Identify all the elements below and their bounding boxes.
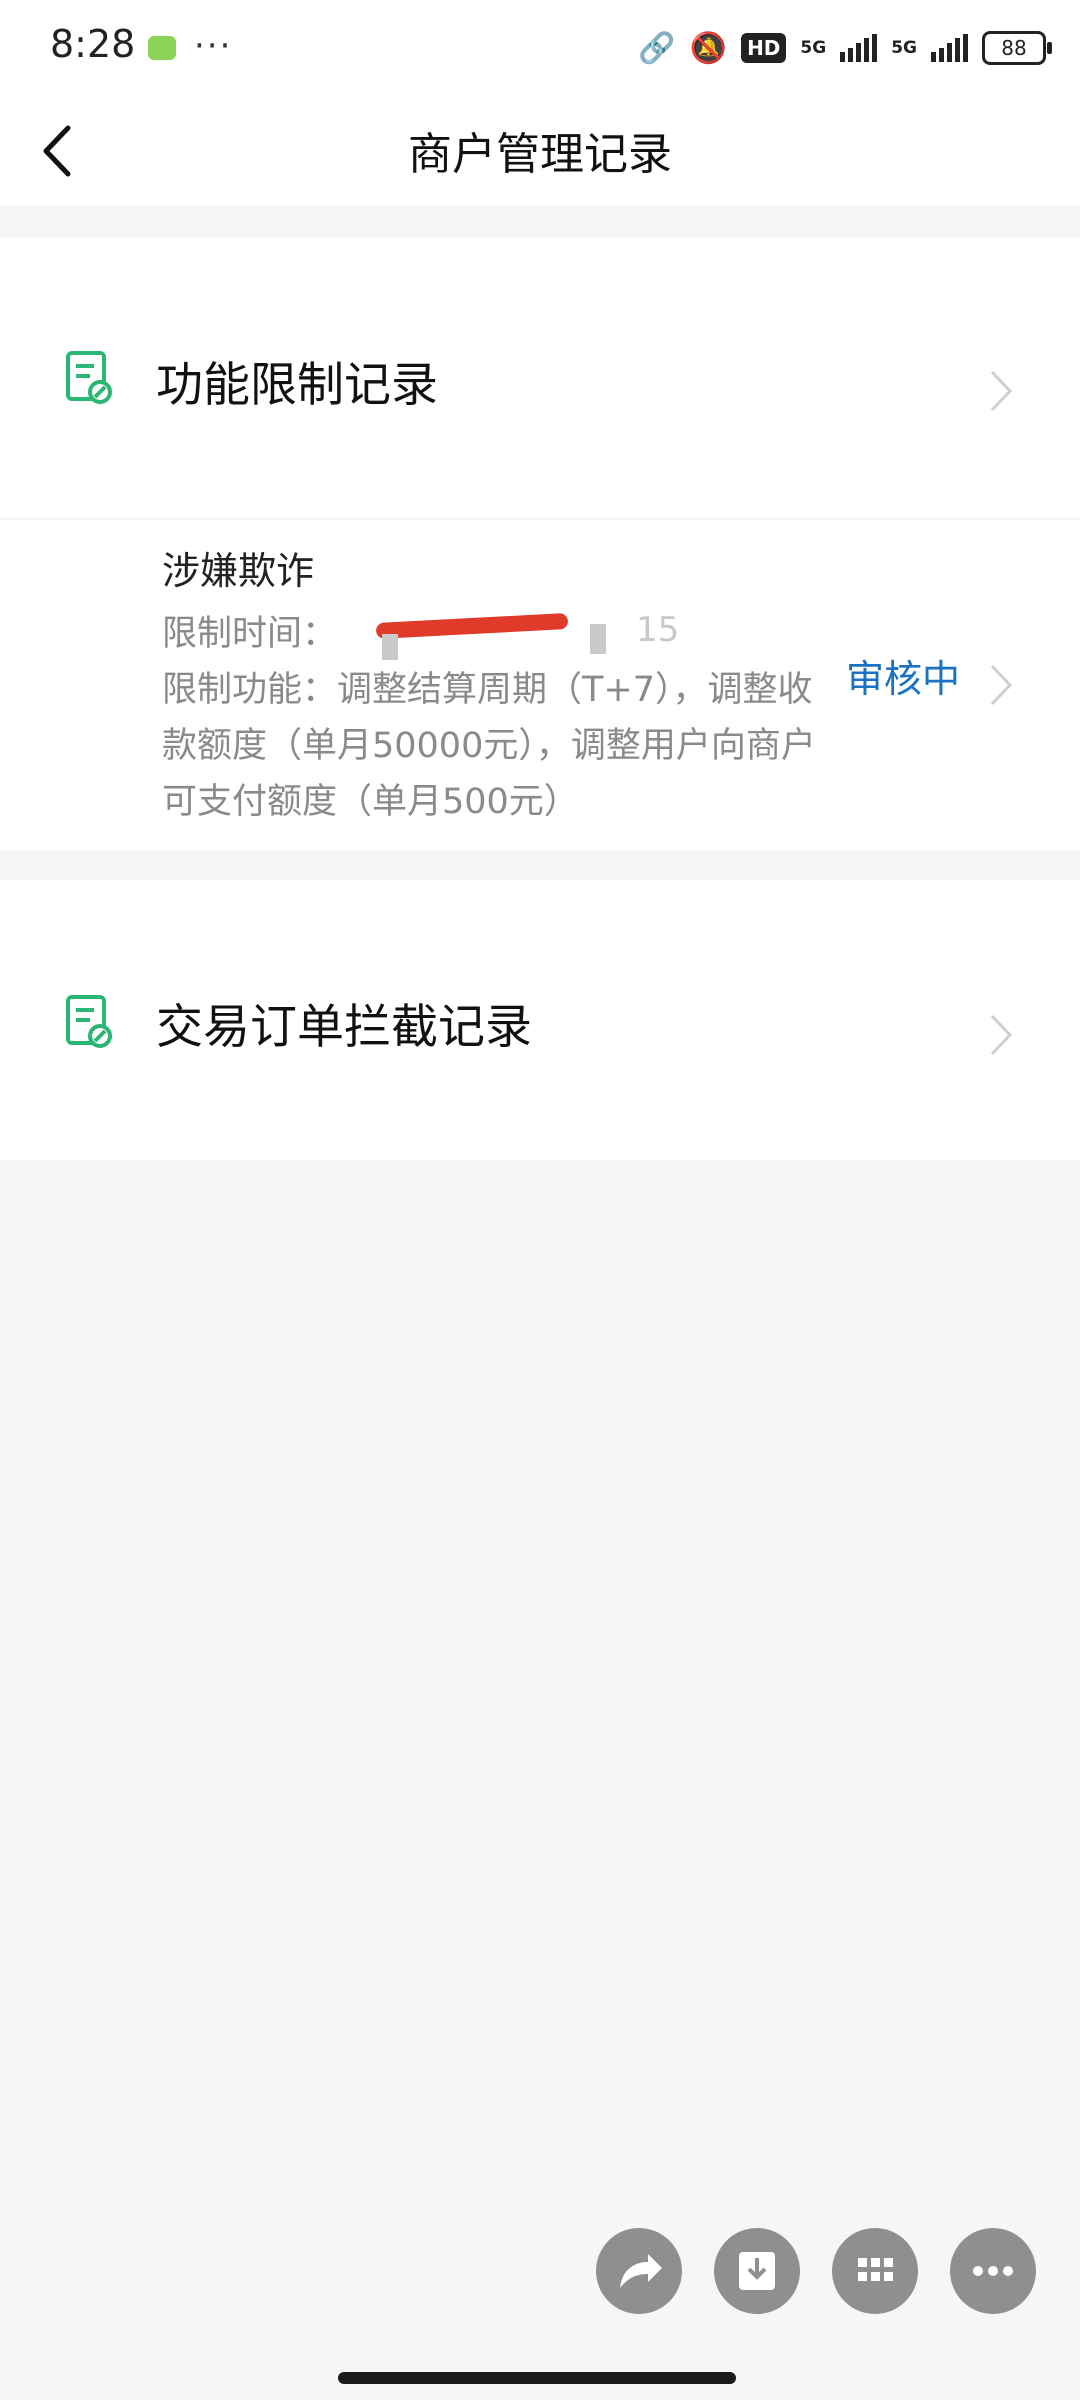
wechat-icon — [148, 36, 176, 60]
chevron-right-icon — [986, 1010, 1016, 1060]
status-more: ··· — [194, 26, 233, 66]
redaction-mark — [375, 612, 569, 640]
status-indicators: 🔗 🔕 HD 5G 5G 88 — [638, 26, 1052, 70]
document-check-icon — [64, 994, 116, 1050]
network-label-1: 5G — [800, 38, 827, 58]
status-badge: 审核中 — [846, 657, 961, 701]
nav-header: 商户管理记录 — [0, 96, 1080, 206]
limit-functions: 限制功能：调整结算周期（T+7），调整收款额度（单月50000元），调整用户向商… — [162, 662, 842, 830]
limit-detail-item[interactable]: 涉嫌欺诈 限制时间： 15 限制功能：调整结算周期（T+7），调整收款额度（单月… — [0, 520, 1080, 850]
document-check-icon — [64, 350, 116, 406]
mute-bell-icon: 🔕 — [689, 30, 728, 66]
limit-functions-label: 限制功能： — [162, 670, 338, 710]
download-button[interactable] — [714, 2228, 800, 2314]
hd-badge: HD — [741, 33, 787, 63]
network-label-2: 5G — [891, 38, 917, 58]
page-title: 商户管理记录 — [408, 129, 672, 180]
function-limit-record-row[interactable]: 功能限制记录 — [0, 238, 1080, 518]
redaction-mark — [590, 624, 606, 654]
chevron-right-icon — [986, 660, 1016, 710]
more-button[interactable] — [950, 2228, 1036, 2314]
status-time: 8:28 — [50, 22, 136, 66]
download-icon — [739, 2252, 775, 2290]
share-icon — [620, 2254, 662, 2288]
share-button[interactable] — [596, 2228, 682, 2314]
function-limit-title: 功能限制记录 — [156, 358, 438, 413]
signal-icon-1 — [840, 34, 878, 62]
battery-icon: 88 — [982, 31, 1052, 65]
grid-icon — [858, 2258, 893, 2281]
limit-time-tail: 15 — [636, 610, 680, 650]
limit-reason: 涉嫌欺诈 — [162, 549, 315, 593]
home-indicator[interactable] — [338, 2372, 736, 2384]
apps-button[interactable] — [832, 2228, 918, 2314]
status-bar: 8:28 ··· 🔗 🔕 HD 5G 5G 88 — [0, 0, 1080, 96]
more-icon — [973, 2266, 1013, 2276]
order-intercept-record-row[interactable]: 交易订单拦截记录 — [0, 880, 1080, 1160]
limit-time-label: 限制时间： — [162, 614, 338, 654]
chevron-right-icon — [986, 366, 1016, 416]
redaction-mark — [382, 634, 398, 660]
link-icon: 🔗 — [638, 30, 676, 66]
signal-icon-2 — [931, 34, 968, 62]
order-intercept-title: 交易订单拦截记录 — [156, 1000, 532, 1055]
